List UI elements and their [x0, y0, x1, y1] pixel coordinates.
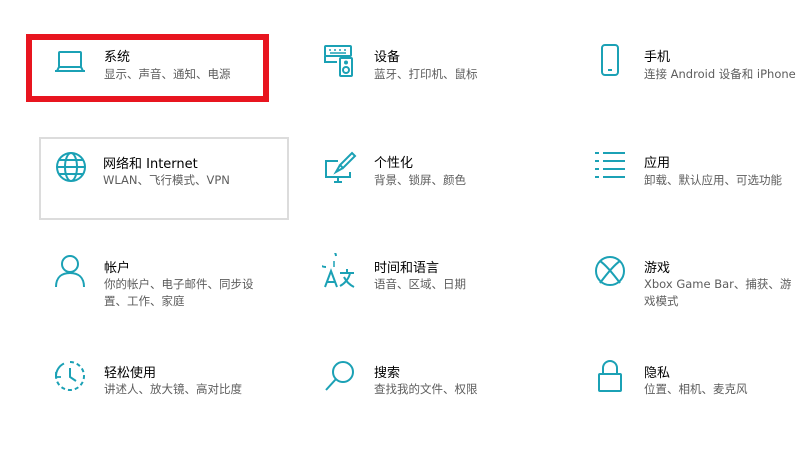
globe-icon — [53, 149, 89, 185]
tile-description: 查找我的文件、权限 — [374, 382, 478, 396]
phone-icon — [592, 42, 628, 78]
tile-personalization[interactable]: 个性化 背景、锁屏、颜色 — [310, 140, 560, 222]
tile-description: 语音、区域、日期 — [374, 277, 466, 291]
tile-title: 应用 — [644, 156, 671, 171]
tile-title: 隐私 — [644, 366, 671, 381]
tile-description: 你的帐户、电子邮件、同步设置、工作、家庭 — [104, 277, 254, 308]
tile-description: 讲述人、放大镜、高对比度 — [104, 382, 242, 396]
tile-gaming[interactable]: 游戏 Xbox Game Bar、捕获、游戏模式 — [580, 245, 800, 327]
tile-title: 帐户 — [104, 261, 131, 276]
person-icon — [52, 253, 88, 289]
tile-apps[interactable]: 应用 卸载、默认应用、可选功能 — [580, 140, 800, 222]
paint-display-icon — [322, 150, 358, 186]
laptop-icon — [52, 44, 88, 80]
tile-title: 搜索 — [374, 366, 401, 381]
tile-search[interactable]: 搜索 查找我的文件、权限 — [310, 350, 560, 432]
apps-list-icon — [592, 148, 628, 184]
tile-title: 游戏 — [644, 261, 671, 276]
tile-title: 网络和 Internet — [103, 157, 198, 172]
tile-description: 卸载、默认应用、可选功能 — [644, 173, 782, 187]
tile-accounts[interactable]: 帐户 你的帐户、电子邮件、同步设置、工作、家庭 — [40, 245, 290, 327]
tile-description: Xbox Game Bar、捕获、游戏模式 — [644, 277, 792, 308]
tile-title: 系统 — [104, 50, 131, 65]
keyboard-speaker-icon — [322, 42, 358, 78]
tile-description: 蓝牙、打印机、鼠标 — [374, 67, 478, 81]
tile-description: 显示、声音、通知、电源 — [104, 67, 231, 81]
tile-title: 手机 — [644, 50, 671, 65]
time-language-icon — [322, 253, 358, 289]
tile-system[interactable]: 系统 显示、声音、通知、电源 — [40, 36, 290, 118]
lock-icon — [592, 358, 628, 394]
tile-description: 背景、锁屏、颜色 — [374, 173, 466, 187]
tile-description: 位置、相机、麦克风 — [644, 382, 748, 396]
search-icon — [322, 358, 358, 394]
ease-of-access-icon — [52, 358, 88, 394]
tile-privacy[interactable]: 隐私 位置、相机、麦克风 — [580, 350, 800, 432]
tile-title: 时间和语言 — [374, 261, 440, 276]
tile-title: 轻松使用 — [104, 366, 157, 381]
tile-description: WLAN、飞行模式、VPN — [103, 173, 230, 187]
tile-devices[interactable]: 设备 蓝牙、打印机、鼠标 — [310, 36, 560, 118]
settings-grid: 系统 显示、声音、通知、电源 设备 蓝牙、打印机、鼠标 手机 连接 Androi… — [0, 0, 800, 450]
tile-network[interactable]: 网络和 Internet WLAN、飞行模式、VPN — [39, 137, 289, 220]
tile-title: 个性化 — [374, 156, 414, 171]
xbox-icon — [592, 253, 628, 289]
tile-phone[interactable]: 手机 连接 Android 设备和 iPhone — [580, 36, 800, 118]
tile-title: 设备 — [374, 50, 401, 65]
tile-description: 连接 Android 设备和 iPhone — [644, 67, 796, 81]
tile-ease-of-access[interactable]: 轻松使用 讲述人、放大镜、高对比度 — [40, 350, 290, 432]
tile-time-language[interactable]: 时间和语言 语音、区域、日期 — [310, 245, 560, 327]
